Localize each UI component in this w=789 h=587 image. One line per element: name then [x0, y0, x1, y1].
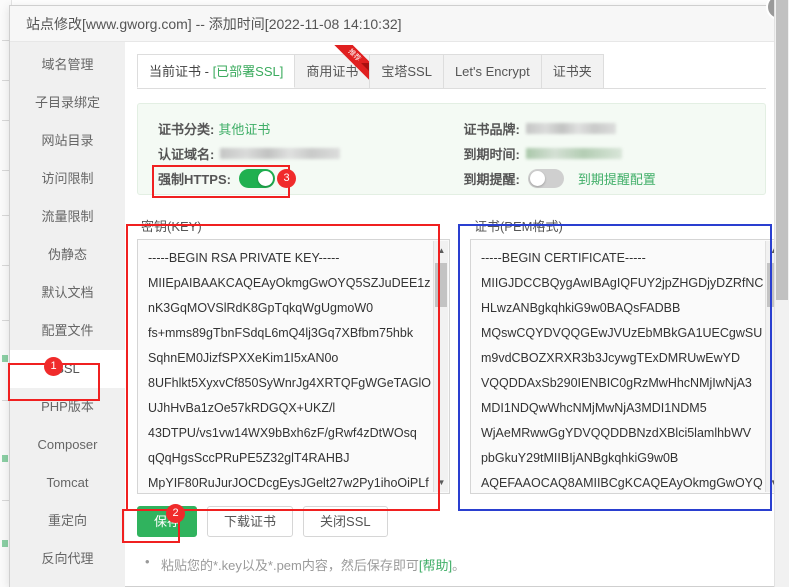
- tab-bar: 当前证书 - [已部署SSL] 商用证书 推荐 宝塔SSL Let's Encr…: [137, 45, 766, 89]
- certificate-info-panel: 证书分类: 其他证书 认证域名: 强制HTTPS: 证书品牌: 到期时间: 到期…: [137, 103, 766, 195]
- sidebar-item-rewrite[interactable]: 伪静态: [10, 236, 125, 274]
- tab-cert-folder[interactable]: 证书夹: [540, 54, 604, 88]
- expire-remind-label: 到期提醒:: [463, 172, 520, 187]
- force-https-toggle[interactable]: [238, 169, 275, 188]
- sidebar-item-composer[interactable]: Composer: [10, 426, 125, 464]
- tab-commercial-cert[interactable]: 商用证书 推荐: [294, 45, 371, 88]
- cert-category-row: 证书分类: 其他证书: [158, 116, 440, 141]
- cert-brand-row: 证书品牌:: [464, 116, 746, 141]
- screen: 站点修改[www.gworg.com] -- 添加时间[2022-11-08 1…: [0, 0, 789, 587]
- pem-line: MIIGJDCCBQygAwIBAgIQFUY2jpZHGDjyDZRfNC: [480, 276, 764, 290]
- pem-line: MQswCQYDVQQGEwJVUzEbMBkGA1UECgwSU: [480, 326, 763, 340]
- scroll-down-icon[interactable]: ▼: [434, 475, 448, 490]
- tab-current-cert-label: 当前证书 -: [149, 64, 213, 79]
- scrollbar-thumb[interactable]: [434, 263, 447, 307]
- content-area: 当前证书 - [已部署SSL] 商用证书 推荐 宝塔SSL Let's Encr…: [125, 42, 780, 587]
- key-line: MIIEpAIBAAKCAQEAyOkmgGwOYQ5SZJuDEE1z: [148, 276, 431, 290]
- annotation-badge-3: 3: [277, 169, 296, 188]
- sidebar-item-php-version[interactable]: PHP版本: [10, 388, 125, 426]
- pem-line: AQEFAAOCAQ8AMIIBCgKCAQEAyOkmgGwOYQ: [480, 476, 763, 490]
- key-line: MpYIF80RuJurJOCDcgEysJGelt27w2Py1ihoOiPL…: [148, 476, 429, 490]
- cert-domain-row: 认证域名:: [158, 141, 440, 166]
- help-link[interactable]: [帮助]: [419, 558, 452, 573]
- cert-category-label: 证书分类:: [158, 122, 215, 137]
- page-scrollbar[interactable]: [774, 0, 789, 587]
- sidebar-item-reverse-proxy[interactable]: 反向代理: [10, 540, 125, 578]
- cert-domain-label: 认证域名:: [158, 147, 215, 162]
- cert-info-left-column: 证书分类: 其他证书 认证域名: 强制HTTPS:: [158, 116, 440, 188]
- key-line: qQqHgsSccPRuPE5Z32glT4RAHBJ: [148, 451, 350, 465]
- pem-panel-label: 证书(PEM格式): [473, 219, 563, 234]
- close-ssl-button[interactable]: 关闭SSL: [303, 506, 388, 537]
- pem-line: -----BEGIN CERTIFICATE-----: [480, 251, 646, 265]
- key-line: -----BEGIN RSA PRIVATE KEY-----: [148, 251, 340, 265]
- sidebar: 域名管理 子目录绑定 网站目录 访问限制 流量限制 伪静态 默认文档 配置文件 …: [10, 42, 125, 587]
- hint-text: 粘贴您的*.key以及*.pem内容，然后保存即可: [161, 558, 419, 573]
- tab-bt-ssl[interactable]: 宝塔SSL: [369, 54, 444, 88]
- pem-line: VQQDDAxSb290IENBIC0gRzMwHhcNMjIwNjA3: [480, 376, 752, 390]
- scroll-up-icon[interactable]: ▲: [434, 243, 448, 258]
- sidebar-item-webdir[interactable]: 网站目录: [10, 122, 125, 160]
- expire-remind-toggle[interactable]: [527, 169, 564, 188]
- force-https-label: 强制HTTPS:: [158, 172, 231, 187]
- pem-panel: 证书(PEM格式) -----BEGIN CERTIFICATE----- MI…: [469, 213, 780, 494]
- key-panel-label: 密钥(KEY): [141, 219, 202, 234]
- sidebar-item-redirect[interactable]: 重定向: [10, 502, 125, 540]
- tab-current-cert[interactable]: 当前证书 - [已部署SSL]: [137, 54, 296, 88]
- action-button-row: 保存 下载证书 关闭SSL: [137, 506, 766, 537]
- site-edit-modal: 站点修改[www.gworg.com] -- 添加时间[2022-11-08 1…: [9, 0, 789, 587]
- pem-line: HLwzANBgkqhkiG9w0BAQsFADBB: [480, 301, 681, 315]
- force-https-row: 强制HTTPS:: [158, 166, 440, 191]
- annotation-badge-1: 1: [44, 357, 63, 376]
- pem-line: m9vdCBOZXRXR3b3JcywgTExDMRUwEwYD: [480, 351, 741, 365]
- pem-line: WjAeMRwwGgYDVQQDDBNzdXBlci5lamlhbWV: [480, 426, 752, 440]
- expire-remind-config-link[interactable]: 到期提醒配置: [578, 169, 656, 188]
- cert-expire-label: 到期时间:: [463, 147, 520, 162]
- sidebar-item-tomcat[interactable]: Tomcat: [10, 464, 125, 502]
- sidebar-item-domain[interactable]: 域名管理: [10, 46, 125, 84]
- cert-input-row: 密钥(KEY) -----BEGIN RSA PRIVATE KEY----- …: [137, 213, 780, 494]
- pem-textarea[interactable]: -----BEGIN CERTIFICATE----- MIIGJDCCBQyg…: [469, 239, 780, 494]
- sidebar-item-traffic-limit[interactable]: 流量限制: [10, 198, 125, 236]
- tab-commercial-cert-label: 商用证书: [306, 64, 359, 79]
- hint-text-end: 。: [452, 558, 466, 573]
- key-textarea[interactable]: -----BEGIN RSA PRIVATE KEY----- MIIEpAIB…: [137, 239, 450, 494]
- tab-lets-encrypt[interactable]: Let's Encrypt: [442, 54, 542, 88]
- annotation-badge-2: 2: [166, 504, 185, 523]
- pem-line: MDI1NDQwWhcNMjMwNjA3MDI1NDM5: [480, 401, 707, 415]
- cert-expire-value-redacted: [525, 148, 622, 159]
- sidebar-item-config-file[interactable]: 配置文件: [10, 312, 125, 350]
- sidebar-item-access-limit[interactable]: 访问限制: [10, 160, 125, 198]
- cert-brand-value-redacted: [525, 123, 616, 134]
- key-textarea-scrollbar[interactable]: ▲ ▼: [432, 241, 448, 492]
- key-line: 8UFhlkt5XyxvCf850SyWnrJg4XRTQFgWGeTAGlO: [148, 376, 431, 390]
- hint-note: 粘贴您的*.key以及*.pem内容，然后保存即可[帮助]。: [137, 554, 766, 574]
- sidebar-item-ssl[interactable]: SSL: [10, 350, 125, 388]
- key-line: 43DTPU/vs1vw14WX9bBxh6zF/gRwf4zDtWOsq: [148, 426, 417, 440]
- cert-domain-value-redacted: [220, 148, 341, 159]
- key-line: SqhnEM0JizfSPXXeKim1I5xAN0o: [148, 351, 339, 365]
- pem-line: pbGkuY29tMIIBIjANBgkqhkiG9w0B: [480, 451, 679, 465]
- sidebar-item-default-doc[interactable]: 默认文档: [10, 274, 125, 312]
- key-line: fs+mms89gTbnFSdqL6mQ4lj3Gq7XBfbm75hbk: [148, 326, 414, 340]
- modal-body: 域名管理 子目录绑定 网站目录 访问限制 流量限制 伪静态 默认文档 配置文件 …: [10, 42, 780, 587]
- sidebar-item-subdir[interactable]: 子目录绑定: [10, 84, 125, 122]
- expire-remind-row: 到期提醒: 到期提醒配置: [464, 166, 746, 191]
- modal-title: 站点修改[www.gworg.com] -- 添加时间[2022-11-08 1…: [10, 6, 780, 42]
- tab-current-cert-status: [已部署SSL]: [212, 64, 284, 79]
- download-cert-button[interactable]: 下载证书: [207, 506, 294, 537]
- cert-expire-row: 到期时间:: [464, 141, 746, 166]
- key-line: UJhHvBa1zOe57kRDGQX+UKZ/l: [148, 401, 336, 415]
- cert-category-value: 其他证书: [218, 122, 271, 137]
- page-scrollbar-thumb[interactable]: [776, 0, 788, 300]
- cert-brand-label: 证书品牌:: [463, 122, 520, 137]
- key-panel: 密钥(KEY) -----BEGIN RSA PRIVATE KEY----- …: [137, 213, 450, 494]
- cert-info-right-column: 证书品牌: 到期时间: 到期提醒: 到期提醒配置: [440, 116, 746, 188]
- key-line: nK3GqMOVSlRdK8GpTqkqWgUgmoW0: [148, 301, 374, 315]
